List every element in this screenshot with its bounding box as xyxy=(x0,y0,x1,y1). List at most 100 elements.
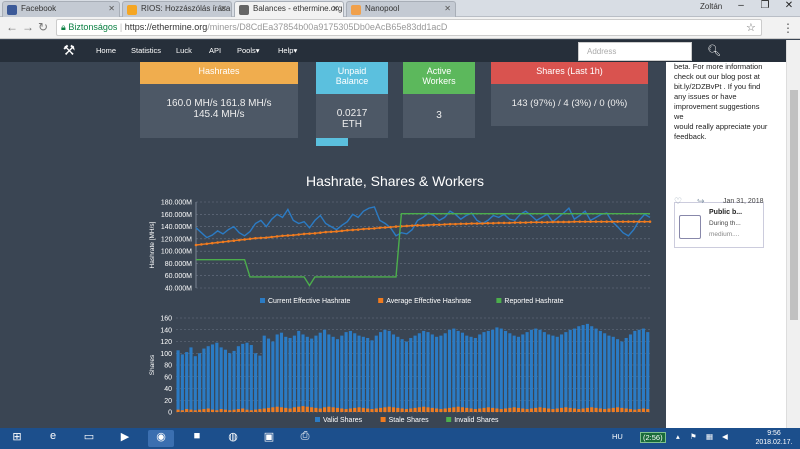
reload-icon[interactable]: ↻ xyxy=(38,20,48,34)
app-icon[interactable]: ■ xyxy=(184,430,210,447)
maximize-icon[interactable]: ❐ xyxy=(754,0,776,11)
language-indicator[interactable]: HU xyxy=(612,432,623,441)
valid-share-bar xyxy=(628,334,633,412)
line-point xyxy=(378,226,382,230)
valid-share-bar xyxy=(266,338,271,412)
network-app-icon[interactable]: ▣ xyxy=(256,430,282,447)
flag-icon[interactable]: ⚑ xyxy=(690,432,697,441)
media-player-icon[interactable]: ▶ xyxy=(112,430,138,447)
valid-share-bar xyxy=(189,347,193,412)
volume-icon[interactable]: ◀ xyxy=(722,432,728,441)
line-point xyxy=(373,227,376,230)
close-icon[interactable]: ✕ xyxy=(444,4,451,13)
bar-y-tick: 40 xyxy=(164,386,172,393)
line-point xyxy=(524,221,527,224)
nav-home[interactable]: Home xyxy=(96,46,116,55)
valid-share-bar xyxy=(637,329,641,412)
lock-icon: 🔒︎ xyxy=(61,22,66,32)
close-icon[interactable]: ✕ xyxy=(220,4,227,13)
back-arrow-icon[interactable]: ← xyxy=(6,20,18,34)
bar-y-tick: 100 xyxy=(160,351,172,358)
nav-api[interactable]: API xyxy=(209,46,221,55)
stale-share-bar xyxy=(478,408,482,412)
browser-user[interactable]: Zoltán xyxy=(700,2,722,11)
line-point xyxy=(335,230,338,233)
valid-share-bar xyxy=(482,332,486,412)
sidebar-line: feedback. xyxy=(674,132,707,141)
line-point xyxy=(200,243,203,246)
valid-share-bar xyxy=(443,333,447,412)
valid-share-bar xyxy=(232,350,236,412)
valid-share-bar xyxy=(456,330,460,412)
workers-value: 3 xyxy=(436,110,442,121)
tab-rios[interactable]: RIOS: Hozzászólás írása ✕ xyxy=(122,1,232,17)
firefox-icon[interactable]: ◍ xyxy=(220,430,246,447)
nav-help[interactable]: Help▾ xyxy=(278,46,297,55)
valid-share-bar xyxy=(279,332,284,412)
nav-luck[interactable]: Luck xyxy=(176,46,192,55)
chrome-icon[interactable]: ◉ xyxy=(148,430,174,447)
nav-statistics[interactable]: Statistics xyxy=(131,46,161,55)
stale-share-bar xyxy=(560,407,564,412)
legend-swatch xyxy=(446,417,452,422)
share-icon[interactable]: ↪ xyxy=(697,196,705,207)
valid-share-bar xyxy=(624,337,628,412)
valid-share-bar xyxy=(305,336,309,412)
stale-share-bar xyxy=(310,407,314,412)
main-content: Hashrates 160.0 MH/s 161.8 MH/s 145.4 MH… xyxy=(0,62,786,428)
start-button[interactable]: ⊞ xyxy=(2,430,32,447)
close-icon[interactable]: ✕ xyxy=(332,4,339,13)
search-button[interactable]: 🔍︎ xyxy=(694,42,734,61)
stale-share-bar xyxy=(465,407,469,412)
valid-share-bar xyxy=(547,334,551,412)
valid-share-bar xyxy=(383,329,387,412)
line-point xyxy=(205,242,209,246)
legend-label: Valid Shares xyxy=(323,417,363,424)
tray-badge[interactable]: (2:56) xyxy=(640,432,666,443)
stale-share-bar xyxy=(391,407,396,412)
line-point xyxy=(632,220,636,223)
address-search-input[interactable]: Address xyxy=(578,42,692,61)
stale-share-bar xyxy=(525,409,529,412)
minimize-icon[interactable]: – xyxy=(730,0,752,11)
close-icon[interactable]: ✕ xyxy=(108,4,115,13)
unpaid-title-line1: Unpaid xyxy=(337,66,367,76)
unpaid-card-title: Unpaid Balance xyxy=(316,62,388,94)
address-bar[interactable]: 🔒︎ Biztonságos | https://ethermine.org/m… xyxy=(56,19,762,36)
valid-share-bar xyxy=(503,330,508,412)
blog-link-card[interactable]: Public b... During th... medium.... xyxy=(674,202,764,248)
browser-menu-icon[interactable]: ⋮ xyxy=(782,21,794,35)
valid-share-bar xyxy=(310,338,314,412)
pickaxe-logo-icon[interactable]: ⚒ xyxy=(60,42,78,60)
tab-ethermine[interactable]: Balances - ethermine.org ✕ xyxy=(234,1,344,17)
scrollbar-thumb[interactable] xyxy=(790,90,798,320)
stale-share-bar xyxy=(357,407,361,412)
valid-share-bar xyxy=(521,334,525,412)
stale-share-bar xyxy=(210,409,215,412)
explorer-folder-icon[interactable]: ▭ xyxy=(76,430,102,447)
valid-share-bar xyxy=(598,330,602,412)
valid-share-bar xyxy=(611,336,615,412)
tab-facebook[interactable]: Facebook ✕ xyxy=(2,1,120,17)
window-close-icon[interactable]: ✕ xyxy=(778,0,800,11)
ie-icon[interactable]: e xyxy=(40,430,66,447)
stale-share-bar xyxy=(379,407,383,412)
valid-share-bar xyxy=(340,335,344,412)
valid-share-bar xyxy=(314,335,318,412)
forward-arrow-icon[interactable]: → xyxy=(22,20,34,34)
valid-share-bar xyxy=(581,325,585,412)
taskbar-clock[interactable]: 9:56 2018.02.17. xyxy=(752,429,796,447)
tray-up-arrow-icon[interactable]: ▴ xyxy=(676,432,680,441)
bookmark-star-icon[interactable]: ☆ xyxy=(746,21,756,34)
printer-icon[interactable]: ⎙ xyxy=(292,430,318,447)
sidebar-line[interactable]: bit.ly/2DZBvPt . If you find xyxy=(674,82,770,92)
tab-nanopool[interactable]: Nanopool ✕ xyxy=(346,1,456,17)
line-point xyxy=(540,220,544,224)
legend-swatch xyxy=(315,417,320,422)
nav-pools[interactable]: Pools▾ xyxy=(237,46,260,55)
page-scrollbar[interactable] xyxy=(786,40,800,428)
heart-icon[interactable]: ♡ xyxy=(674,196,682,207)
sidebar-line: improvement suggestions we xyxy=(674,102,760,121)
network-icon[interactable]: ▦ xyxy=(706,432,713,441)
line-point xyxy=(605,220,609,223)
